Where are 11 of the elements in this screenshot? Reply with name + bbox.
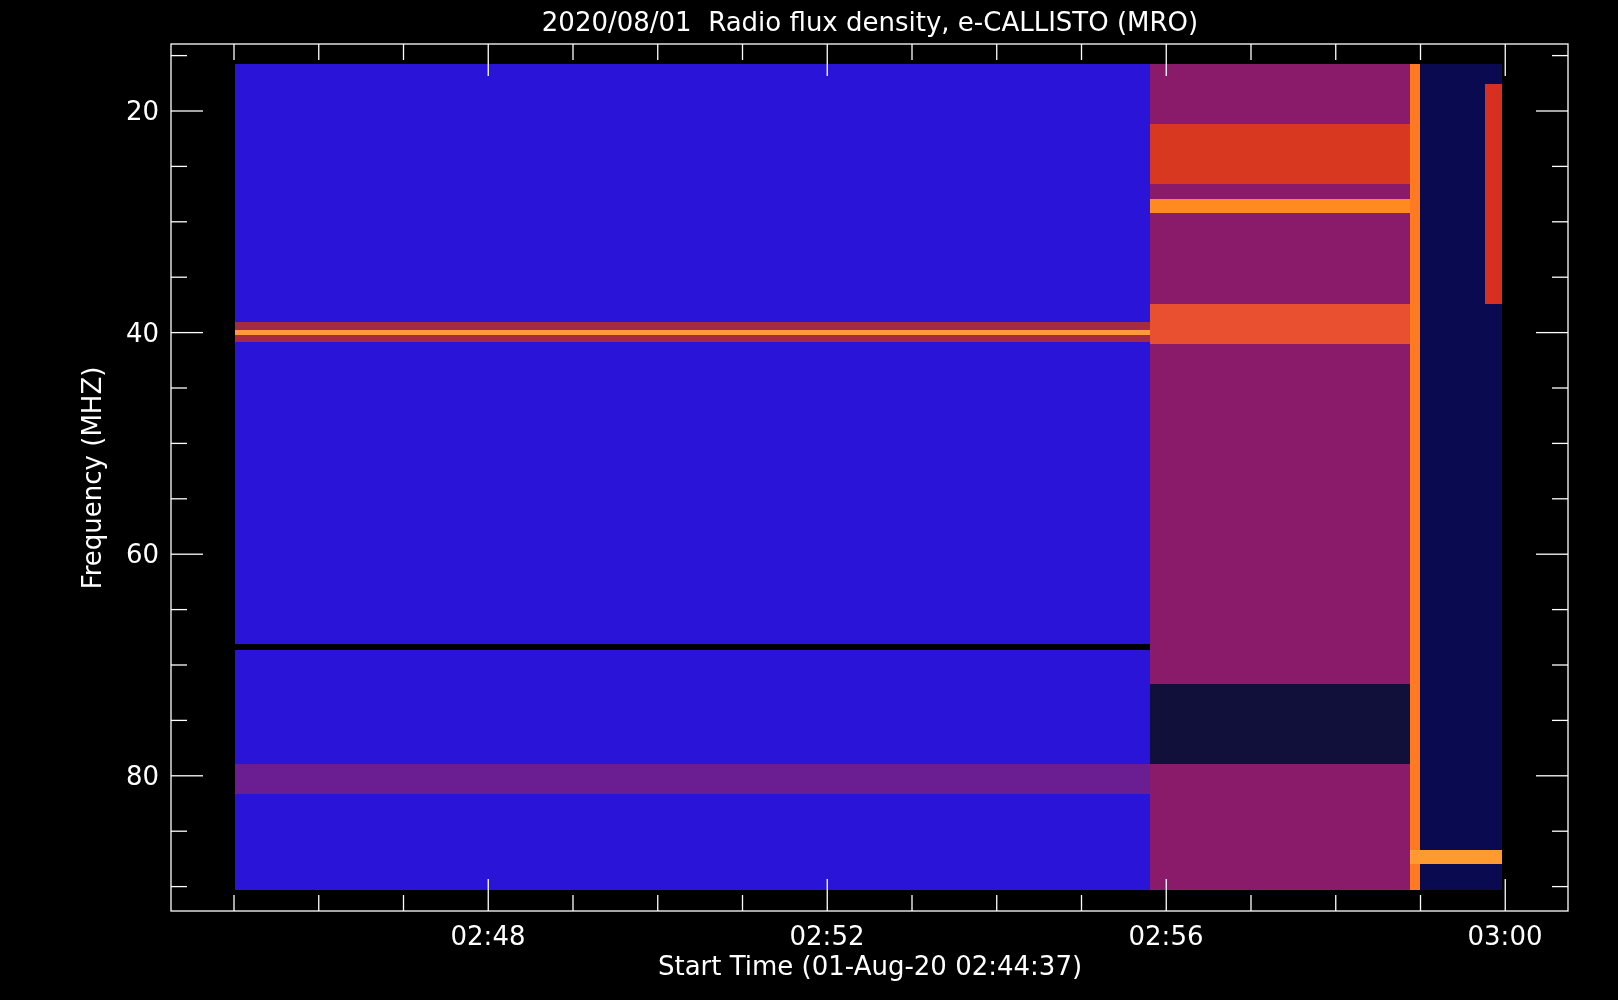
y-tick-label: 40	[125, 317, 159, 348]
x-axis-label: Start Time (01-Aug-20 02:44:37)	[657, 951, 1083, 981]
y-tick-label: 20	[125, 96, 159, 126]
y-axis-label: Frequency (MHZ)	[77, 366, 107, 590]
y-tick-label: 80	[125, 760, 159, 791]
chart-title: 2020/08/01 Radio flux density, e-CALLISTO (MRO)	[541, 7, 1199, 37]
x-tick-label: 02:48	[450, 921, 526, 951]
y-tick-label: 60	[125, 539, 159, 570]
x-tick-label: 02:52	[789, 921, 865, 951]
x-tick-label: 02:56	[1128, 921, 1204, 951]
x-tick-label: 03:00	[1467, 921, 1543, 951]
